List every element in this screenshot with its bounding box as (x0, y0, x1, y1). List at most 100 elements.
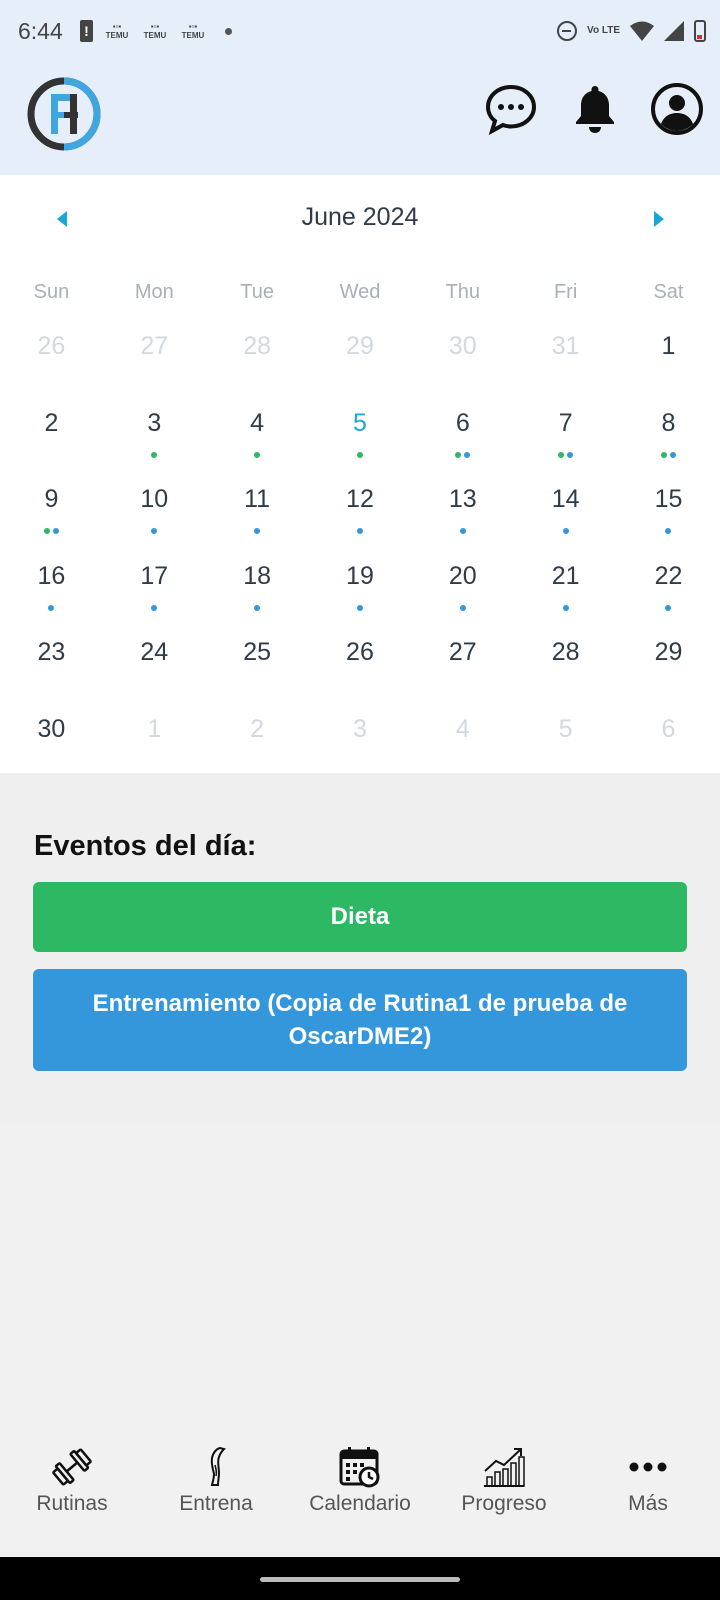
calendar-day-outside[interactable]: 6 (617, 698, 720, 775)
event-training-button[interactable]: Entrenamiento (Copia de Rutina1 de prueb… (33, 969, 687, 1071)
app-logo[interactable] (26, 76, 102, 152)
calendar-day[interactable]: 19 (309, 545, 412, 622)
calendar-day[interactable]: 26 (309, 621, 412, 698)
calendar-day-outside[interactable]: 30 (411, 315, 514, 392)
training-event-dot (254, 604, 261, 611)
battery-icon (694, 20, 706, 42)
bell-icon[interactable] (568, 82, 622, 136)
event-label: Entrenamiento (Copia de Rutina1 de prueb… (92, 990, 628, 1050)
day-number: 3 (147, 408, 162, 437)
day-number: 5 (558, 714, 573, 743)
training-event-dot (151, 604, 158, 611)
calendar-day-outside[interactable]: 28 (206, 315, 309, 392)
calendar-day[interactable]: 8 (617, 392, 720, 469)
calendar-day[interactable]: 6 (411, 392, 514, 469)
leg-icon (210, 1446, 226, 1486)
calendar-day-outside[interactable]: 3 (309, 698, 412, 775)
nav-entrena[interactable]: Entrena (144, 1427, 288, 1557)
calendar-day-outside[interactable]: 29 (309, 315, 412, 392)
temu-notification-icon: ▪▫▪ TEMU (143, 22, 167, 40)
calendar-day[interactable]: 9 (0, 468, 103, 545)
event-dots (617, 451, 720, 458)
calendar-day[interactable]: 29 (617, 621, 720, 698)
nav-label: Progreso (461, 1492, 547, 1515)
calendar-day[interactable]: 22 (617, 545, 720, 622)
weekday-label: Tue (240, 281, 274, 303)
calendar-day[interactable]: 13 (411, 468, 514, 545)
event-dots (309, 604, 412, 611)
calendar-clock-icon (339, 1447, 380, 1488)
next-month-button[interactable] (654, 211, 664, 227)
training-event-dot (48, 604, 55, 611)
diet-event-dot (43, 528, 50, 534)
calendar-day[interactable]: 23 (0, 621, 103, 698)
user-icon[interactable] (650, 82, 704, 136)
calendar-day[interactable]: 10 (103, 468, 206, 545)
calendar-day[interactable]: 24 (103, 621, 206, 698)
calendar-day[interactable]: 28 (514, 621, 617, 698)
calendar-day[interactable]: 16 (0, 545, 103, 622)
home-gesture-handle[interactable] (260, 1577, 460, 1582)
nav-mas[interactable]: Más (576, 1427, 720, 1557)
day-number: 2 (250, 714, 265, 743)
calendar-day[interactable]: 30 (0, 698, 103, 775)
calendar-nav: June 2024 (0, 175, 720, 267)
training-event-dot (562, 528, 569, 534)
calendar-day[interactable]: 20 (411, 545, 514, 622)
calendar-day[interactable]: 4 (206, 392, 309, 469)
chat-icon[interactable] (484, 82, 538, 136)
calendar-day[interactable]: 12 (309, 468, 412, 545)
calendar-day-outside[interactable]: 5 (514, 698, 617, 775)
event-dots (0, 604, 103, 611)
calendar-day-outside[interactable]: 27 (103, 315, 206, 392)
calendar-day-outside[interactable]: 26 (0, 315, 103, 392)
day-number: 18 (243, 561, 272, 590)
calendar-day[interactable]: 3 (103, 392, 206, 469)
day-number: 6 (455, 408, 470, 437)
day-number: 4 (455, 714, 470, 743)
weekday-label: Sun (33, 281, 70, 303)
day-number: 29 (346, 332, 374, 360)
training-event-dot (567, 451, 574, 458)
calendar-day[interactable]: 2 (0, 392, 103, 469)
status-system-icons: Vo LTE (557, 20, 706, 42)
day-number: 19 (346, 561, 374, 590)
status-time: 6:44 (18, 18, 63, 44)
day-number: 22 (654, 561, 683, 590)
event-dots (103, 604, 206, 611)
dnd-icon (557, 21, 578, 41)
day-number: 5 (353, 408, 367, 437)
training-event-dot (669, 451, 676, 458)
nav-calendario[interactable]: Calendario (288, 1427, 432, 1557)
calendar-day-outside[interactable]: 1 (103, 698, 206, 775)
nav-progreso[interactable]: Progreso (432, 1427, 576, 1557)
calendar-day[interactable]: 7 (514, 392, 617, 469)
weekday-label: Thu (445, 281, 481, 303)
calendar-day[interactable]: 18 (206, 545, 309, 622)
nav-rutinas[interactable]: Rutinas (0, 1427, 144, 1557)
calendar-day[interactable]: 27 (411, 621, 514, 698)
event-diet-button[interactable]: Dieta (33, 882, 687, 952)
day-number: 13 (448, 485, 477, 513)
day-number: 26 (346, 638, 374, 666)
event-dots (206, 451, 309, 458)
day-number: 21 (551, 561, 580, 590)
day-number: 23 (37, 638, 66, 666)
diet-event-dot (660, 451, 667, 458)
calendar-day[interactable]: 21 (514, 545, 617, 622)
diet-event-dot (558, 451, 565, 458)
calendar-day-outside[interactable]: 2 (206, 698, 309, 775)
training-event-dot (562, 604, 569, 611)
volte-icon: Vo LTE (587, 25, 620, 36)
calendar-day-outside[interactable]: 31 (514, 315, 617, 392)
calendar-day-outside[interactable]: 4 (411, 698, 514, 775)
day-number: 3 (353, 714, 367, 743)
calendar-day[interactable]: 11 (206, 468, 309, 545)
calendar-day[interactable]: 14 (514, 468, 617, 545)
calendar-day[interactable]: 15 (617, 468, 720, 545)
calendar-day[interactable]: 25 (206, 621, 309, 698)
event-dots (0, 528, 103, 534)
calendar-day[interactable]: 17 (103, 545, 206, 622)
calendar-day-today[interactable]: 5 (309, 392, 412, 469)
calendar-day[interactable]: 1 (617, 315, 720, 392)
